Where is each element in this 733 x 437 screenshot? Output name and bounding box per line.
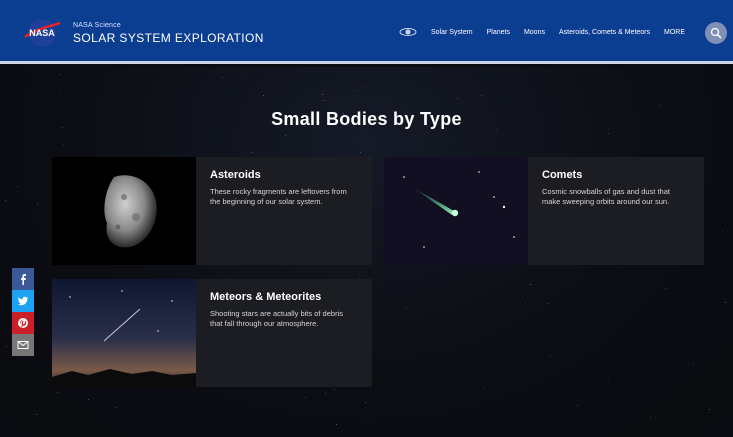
star — [406, 308, 407, 309]
search-icon — [710, 27, 722, 39]
star — [305, 397, 306, 398]
card-comets[interactable]: Comets Cosmic snowballs of gas and dust … — [384, 157, 704, 265]
star — [665, 288, 666, 289]
email-button[interactable] — [12, 334, 34, 356]
asteroid-image[interactable] — [52, 157, 196, 265]
star — [21, 265, 22, 266]
star — [722, 231, 723, 232]
pinterest-icon — [18, 318, 28, 328]
asteroid-illustration — [104, 175, 157, 248]
card-title: Asteroids — [210, 169, 261, 181]
star — [362, 86, 363, 87]
email-icon — [17, 341, 29, 349]
nav-item-more[interactable]: MORE — [664, 29, 685, 36]
meteor-illustration — [52, 290, 196, 387]
star — [530, 284, 531, 285]
search-button[interactable] — [705, 22, 727, 44]
star — [330, 100, 331, 101]
star — [59, 74, 60, 75]
svg-text:NASA: NASA — [29, 28, 55, 38]
card-text: Comets Cosmic snowballs of gas and dust … — [528, 157, 696, 265]
meteor-image[interactable] — [52, 279, 196, 387]
star — [357, 90, 358, 91]
card-description: These rocky fragments are leftovers from… — [210, 187, 347, 206]
star — [63, 144, 64, 145]
star — [525, 303, 526, 304]
star — [334, 389, 335, 390]
star — [709, 409, 710, 410]
facebook-button[interactable] — [12, 268, 34, 290]
star — [365, 402, 366, 403]
nav-item-solar-system[interactable]: Solar System — [431, 29, 473, 36]
star — [252, 152, 253, 153]
star — [60, 92, 61, 93]
card-title: Meteors & Meteorites — [210, 291, 322, 303]
site-header: NASA NASA Science SOLAR SYSTEM EXPLORATI… — [0, 0, 733, 64]
card-meteors-meteorites[interactable]: Meteors & Meteorites Shooting stars are … — [52, 279, 372, 387]
facebook-icon — [21, 274, 26, 285]
star — [457, 98, 458, 99]
site-title: SOLAR SYSTEM EXPLORATION — [73, 31, 264, 45]
comet-image[interactable] — [384, 157, 528, 265]
brand[interactable]: NASA Science SOLAR SYSTEM EXPLORATION — [73, 22, 264, 45]
main-nav: Solar System Planets Moons Asteroids, Co… — [399, 26, 685, 38]
card-title: Comets — [542, 169, 583, 181]
agency-label: NASA Science — [73, 22, 121, 29]
nasa-logo[interactable]: NASA — [22, 17, 62, 49]
star — [285, 135, 286, 136]
star — [725, 302, 726, 303]
social-share-bar — [12, 268, 34, 356]
orbit-icon[interactable] — [399, 26, 417, 38]
star — [359, 274, 360, 275]
star — [608, 133, 609, 134]
nav-item-asteroids-comets-meteors[interactable]: Asteroids, Comets & Meteors — [559, 29, 650, 36]
star — [116, 407, 117, 408]
star — [88, 399, 89, 400]
star — [481, 95, 482, 96]
star — [360, 152, 361, 153]
card-description: Cosmic snowballs of gas and dust that ma… — [542, 187, 670, 206]
star — [323, 100, 324, 101]
star — [550, 356, 551, 357]
star — [484, 388, 485, 389]
star — [608, 378, 609, 379]
star — [242, 77, 243, 78]
star — [6, 346, 7, 347]
twitter-button[interactable] — [12, 290, 34, 312]
star — [17, 186, 18, 187]
nav-item-moons[interactable]: Moons — [524, 29, 545, 36]
star — [263, 95, 264, 96]
star — [325, 393, 326, 394]
star — [650, 417, 651, 418]
nav-item-planets[interactable]: Planets — [487, 29, 510, 36]
star — [222, 77, 223, 78]
star — [659, 105, 660, 106]
star — [547, 303, 548, 304]
card-text: Asteroids These rocky fragments are left… — [196, 157, 364, 265]
twitter-icon — [18, 296, 28, 306]
page-title: Small Bodies by Type — [271, 109, 462, 129]
star — [322, 94, 323, 95]
card-asteroids[interactable]: Asteroids These rocky fragments are left… — [52, 157, 372, 265]
pinterest-button[interactable] — [12, 312, 34, 334]
star — [57, 392, 58, 393]
star — [37, 203, 38, 204]
star — [726, 310, 727, 311]
comet-illustration — [403, 171, 515, 248]
star — [693, 363, 694, 364]
star — [577, 405, 578, 406]
star — [36, 414, 37, 415]
star — [58, 409, 59, 410]
card-text: Meteors & Meteorites Shooting stars are … — [196, 279, 364, 387]
star — [336, 424, 337, 425]
star — [5, 200, 6, 201]
card-description: Shooting stars are actually bits of debr… — [210, 309, 343, 328]
